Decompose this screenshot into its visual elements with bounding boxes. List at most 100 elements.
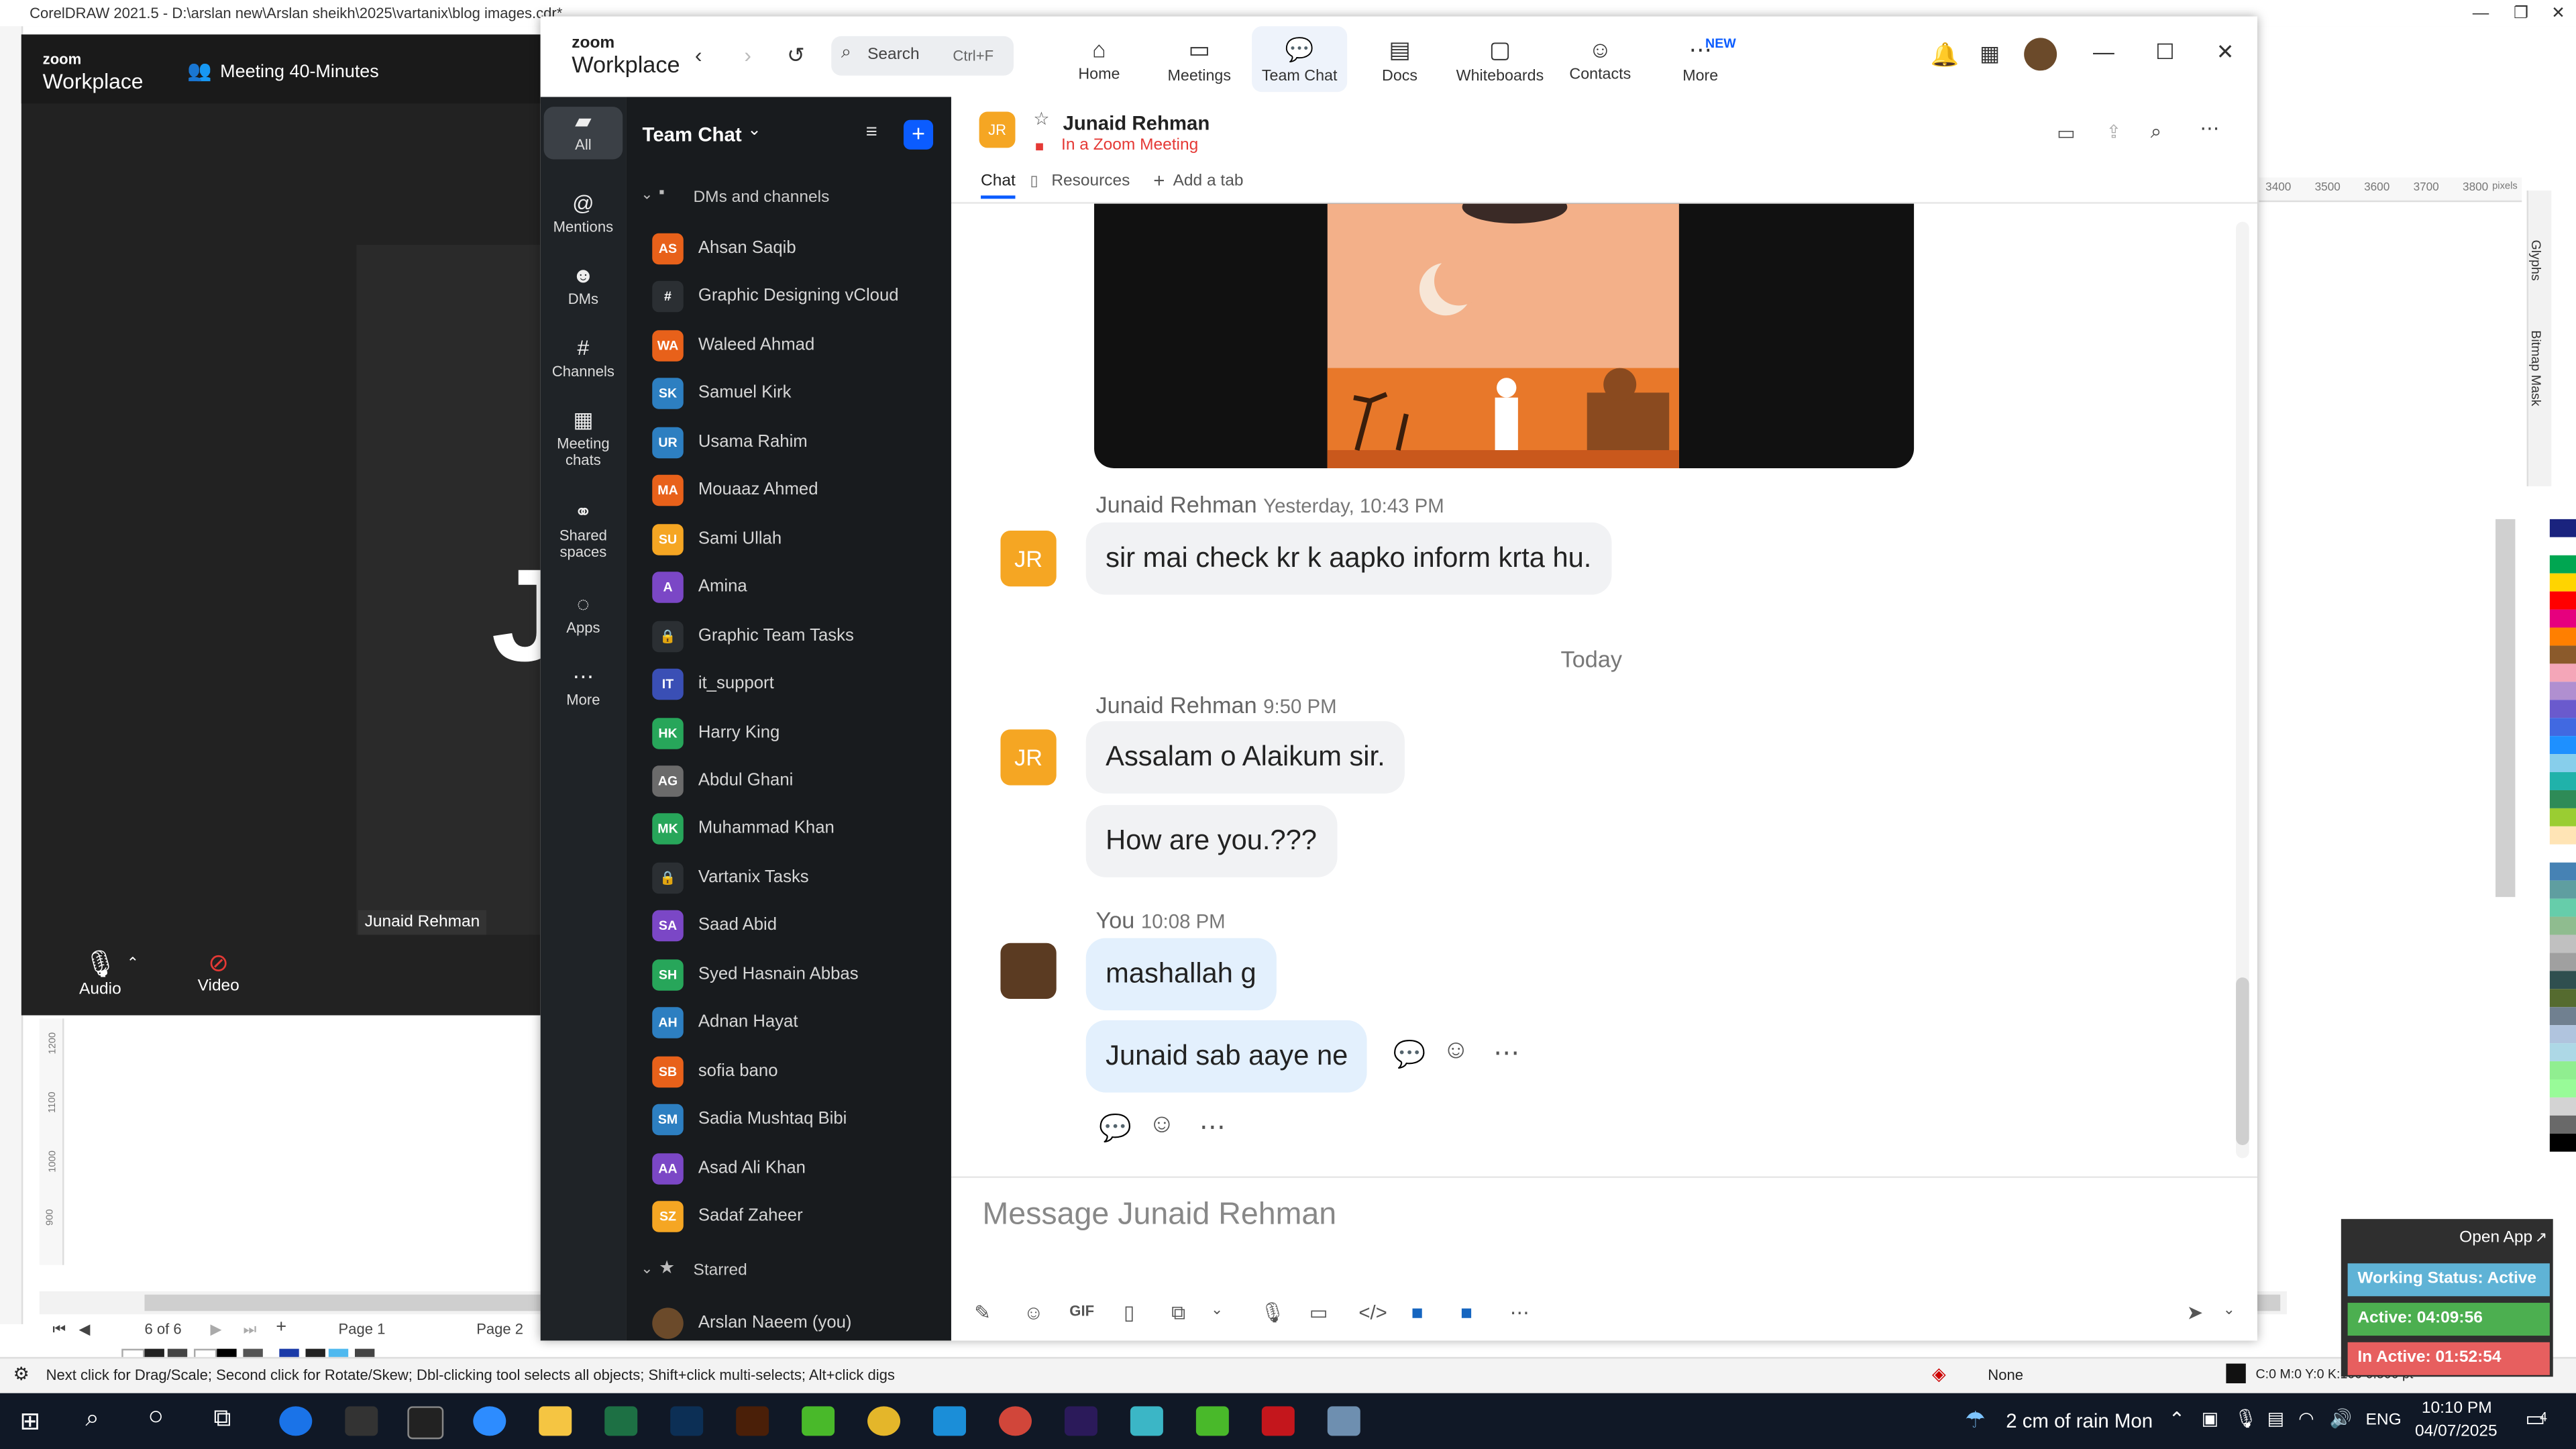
open-app-link[interactable]: Open App <box>2459 1229 2532 1247</box>
new-chat-button[interactable]: + <box>903 119 934 150</box>
tray-icon[interactable]: ▣ <box>2202 1408 2218 1429</box>
list-item[interactable]: UR Usama Rahim <box>626 419 951 465</box>
list-item[interactable]: SH Syed Hasnain Abbas <box>626 951 951 997</box>
dock-tab-glyphs[interactable]: Glyphs <box>2528 240 2543 281</box>
chat-scrollbar[interactable] <box>2236 221 2249 1159</box>
list-item[interactable]: AA Asad Ali Khan <box>626 1144 951 1191</box>
rail-all[interactable]: ▰ All <box>543 107 623 160</box>
gif-button[interactable]: GIF <box>1069 1303 1094 1319</box>
message-bubble[interactable]: How are you.??? <box>1085 805 1337 877</box>
nav-whiteboards[interactable]: ▢ Whiteboards <box>1452 26 1548 92</box>
forward-icon[interactable]: › <box>744 43 751 68</box>
acrobat-icon[interactable] <box>1261 1406 1295 1436</box>
weather-icon[interactable]: ☂ <box>1965 1406 1986 1434</box>
list-item[interactable]: AS Ahsan Saqib <box>626 225 951 272</box>
close-icon[interactable]: ✕ <box>2216 40 2235 66</box>
plus-icon[interactable]: + <box>1153 169 1165 192</box>
excel-icon[interactable] <box>604 1406 638 1436</box>
gear-icon[interactable]: ⚙ <box>13 1364 30 1385</box>
microphone-icon[interactable]: 🎙 <box>1260 1301 1285 1324</box>
list-item[interactable]: WA Waleed Ahmad <box>626 322 951 368</box>
image-message[interactable] <box>1094 203 1915 468</box>
message-input[interactable]: Message Junaid Rehman <box>983 1191 2133 1250</box>
maximize-icon[interactable]: ☐ <box>2155 40 2175 66</box>
restore-icon[interactable]: ❐ <box>2514 5 2528 23</box>
file-explorer-icon[interactable] <box>539 1406 572 1436</box>
list-item[interactable]: A Amina <box>626 564 951 610</box>
chevron-down-icon[interactable]: ⌄ <box>747 121 761 140</box>
premiere-icon[interactable] <box>1064 1406 1097 1436</box>
reply-icon[interactable]: 💬 <box>1099 1112 1132 1145</box>
pen-app-icon[interactable] <box>345 1406 378 1436</box>
microphone-icon[interactable]: 🎙 <box>2235 1408 2257 1429</box>
list-item[interactable]: HK Harry King <box>626 709 951 755</box>
section-starred[interactable]: Starred <box>693 1262 747 1280</box>
list-item[interactable]: # Graphic Designing vCloud <box>626 274 951 320</box>
nav-home[interactable]: ⌂ Home <box>1051 26 1146 92</box>
language-indicator[interactable]: ENG <box>2366 1411 2402 1430</box>
message-bubble[interactable]: mashallah g <box>1085 938 1277 1011</box>
format-icon[interactable]: ✎ <box>974 1301 991 1324</box>
calculator-icon[interactable] <box>1327 1406 1360 1436</box>
windows-icon[interactable]: ⊞ <box>19 1406 40 1436</box>
corel-toolbox[interactable] <box>0 26 23 1324</box>
nav-docs[interactable]: ▤ Docs <box>1352 26 1448 92</box>
minimize-icon[interactable]: — <box>2093 40 2114 64</box>
audio-button[interactable]: 🎙 Audio <box>67 948 133 999</box>
weather-text[interactable]: 2 cm of rain Mon <box>2006 1409 2153 1432</box>
emoji-icon[interactable]: ☺ <box>1442 1036 1469 1066</box>
reply-icon[interactable]: 💬 <box>1393 1038 1426 1071</box>
scroll-thumb[interactable] <box>2236 977 2249 1145</box>
back-icon[interactable]: ‹ <box>695 43 702 68</box>
list-item[interactable]: IT it_support <box>626 661 951 707</box>
more-icon[interactable]: ⋯ <box>1510 1301 1529 1324</box>
rail-more[interactable]: ⋯ More <box>544 665 623 708</box>
list-item[interactable]: MK Muhammad Khan <box>626 806 951 852</box>
rail-mentions[interactable]: @ Mentions <box>544 193 623 235</box>
page-tab-2[interactable]: Page 2 <box>476 1321 523 1337</box>
list-title[interactable]: Team Chat <box>643 123 742 146</box>
send-icon[interactable]: ➤ <box>2187 1301 2204 1324</box>
nav-meetings[interactable]: ▭ Meetings <box>1152 26 1247 92</box>
video-call-icon[interactable]: ▭ <box>2057 121 2076 144</box>
clock-time[interactable]: 10:10 PM <box>2422 1400 2492 1418</box>
app-icon[interactable] <box>1130 1406 1163 1436</box>
screenshot-icon[interactable]: ⧉ <box>1171 1301 1185 1326</box>
edge-icon[interactable] <box>279 1406 313 1436</box>
corel-scrollbar[interactable] <box>2496 519 2516 898</box>
terminal-icon[interactable] <box>407 1406 444 1440</box>
next-page-icon[interactable]: ▶ <box>210 1321 221 1339</box>
avatar[interactable] <box>1000 943 1057 999</box>
clock-date[interactable]: 04/07/2025 <box>2415 1423 2498 1441</box>
emoji-icon[interactable]: ☺ <box>1024 1301 1044 1324</box>
star-outline-icon[interactable]: ☆ <box>1033 109 1049 129</box>
zoom-app-icon[interactable] <box>473 1406 506 1436</box>
minimize-icon[interactable]: — <box>2473 5 2489 23</box>
history-icon[interactable]: ↺ <box>787 43 805 69</box>
app-icon[interactable]: ■ <box>1411 1301 1424 1324</box>
message-bubble[interactable]: Assalam o Alaikum sir. <box>1085 721 1405 794</box>
filter-icon[interactable]: ≡ <box>866 120 877 143</box>
list-item[interactable]: SM Sadia Mushtaq Bibi <box>626 1096 951 1142</box>
cortana-icon[interactable]: ○ <box>148 1403 164 1432</box>
rail-channels[interactable]: # Channels <box>544 337 623 380</box>
list-item[interactable]: 🔒 Graphic Team Tasks <box>626 612 951 658</box>
message-bubble[interactable]: sir mai check kr k aapko inform krta hu. <box>1085 522 1611 595</box>
list-item[interactable]: SK Samuel Kirk <box>626 370 951 417</box>
list-item[interactable]: Arslan Naeem (you) <box>626 1299 951 1346</box>
rail-meeting-chats[interactable]: ▦ Meeting chats <box>544 409 623 468</box>
nav-team-chat[interactable]: 💬 Team Chat <box>1252 26 1348 93</box>
chevron-down-icon[interactable]: ⌄ <box>641 1260 653 1278</box>
rail-shared-spaces[interactable]: ⚭ Shared spaces <box>544 501 623 560</box>
list-item[interactable]: AG Abdul Ghani <box>626 757 951 804</box>
emoji-icon[interactable]: ☺ <box>1148 1111 1175 1140</box>
chevron-down-icon[interactable]: ⌄ <box>2222 1301 2235 1320</box>
corel-dock[interactable]: Glyphs Bitmap Mask <box>2526 191 2552 486</box>
list-item[interactable]: MA Mouaaz Ahmed <box>626 467 951 513</box>
search-input[interactable]: ⌕ Search Ctrl+F <box>831 36 1014 76</box>
rail-apps[interactable]: ◌ Apps <box>544 593 623 636</box>
search-icon[interactable]: ⌕ <box>2151 120 2161 145</box>
chevron-down-icon[interactable]: ⌄ <box>1211 1301 1223 1320</box>
tab-resources[interactable]: Resources <box>1051 172 1130 191</box>
more-icon[interactable]: ⋯ <box>1493 1036 1519 1069</box>
